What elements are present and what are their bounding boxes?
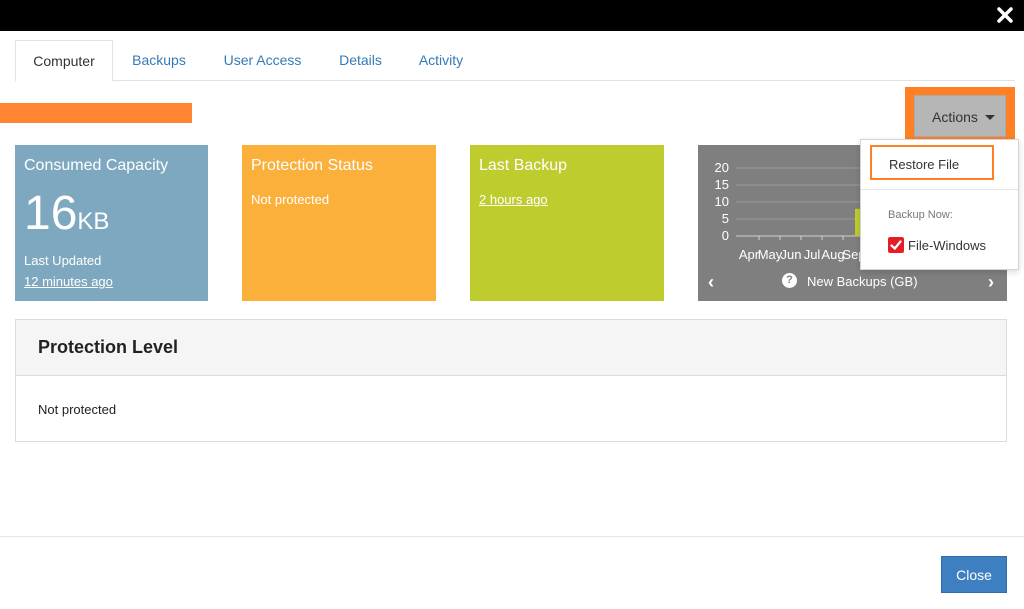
y-tick-label: 5	[722, 211, 729, 226]
capacity-unit: KB	[77, 208, 110, 235]
x-tick-label: Apr	[739, 247, 760, 262]
y-tick-label: 0	[722, 228, 729, 243]
chart-caption: New Backups (GB)	[807, 274, 918, 289]
last-updated-label: Last Updated	[24, 253, 102, 268]
tab-backups[interactable]: Backups	[123, 40, 195, 81]
y-tick-label: 15	[715, 177, 729, 192]
x-tick-label: Jun	[781, 247, 802, 262]
protection-level-panel: Protection Level Not protected	[15, 319, 1007, 442]
y-tick-label: 20	[715, 160, 729, 175]
last-backup-tile: Last Backup 2 hours ago	[470, 145, 664, 301]
protection-status-value: Not protected	[251, 192, 330, 207]
last-backup-link[interactable]: 2 hours ago	[479, 192, 548, 207]
chevron-right-icon[interactable]: ›	[988, 272, 994, 293]
actions-dropdown-menu: Restore File Backup Now: File-Windows	[860, 139, 1019, 270]
tab-computer[interactable]: Computer	[15, 40, 113, 82]
consumed-capacity-tile: Consumed Capacity 16KB Last Updated 12 m…	[15, 145, 208, 301]
backup-now-header: Backup Now:	[888, 209, 953, 221]
protection-level-value: Not protected	[38, 402, 117, 417]
tab-details[interactable]: Details	[333, 40, 388, 81]
modal-top-bar	[0, 0, 1024, 31]
chevron-left-icon[interactable]: ‹	[708, 272, 714, 293]
capacity-value: 16KB	[24, 187, 109, 249]
tile-title: Consumed Capacity	[24, 157, 169, 174]
protection-status-tile: Protection Status Not protected	[242, 145, 436, 301]
chart-footer: ‹ ? New Backups (GB) ›	[698, 269, 1007, 295]
tile-title: Last Backup	[479, 157, 568, 174]
close-button[interactable]: Close	[941, 556, 1007, 593]
x-tick-label: May	[758, 247, 783, 262]
restore-file-label: Restore File	[889, 157, 960, 172]
actions-label: Actions	[932, 109, 978, 125]
x-tick-label: Aug	[821, 247, 844, 262]
x-tick-label: Jul	[804, 247, 821, 262]
close-icon[interactable]	[995, 4, 1015, 26]
panel-title: Protection Level	[38, 337, 179, 357]
capacity-number: 16	[24, 187, 78, 240]
tab-user-access[interactable]: User Access	[215, 40, 310, 81]
last-updated-link[interactable]: 12 minutes ago	[24, 274, 113, 289]
restore-file-menu-item[interactable]: Restore File	[870, 145, 994, 180]
caret-down-icon	[985, 115, 995, 120]
help-icon[interactable]: ?	[782, 273, 797, 288]
checkbox-checked-icon[interactable]	[888, 237, 904, 253]
footer-divider	[0, 536, 1024, 537]
tab-activity[interactable]: Activity	[413, 40, 469, 81]
menu-divider	[861, 189, 1018, 190]
redaction-bar	[0, 103, 192, 123]
tab-bar: Computer Backups User Access Details Act…	[15, 40, 1015, 82]
tile-title: Protection Status	[251, 157, 373, 174]
actions-button[interactable]: Actions	[914, 95, 1006, 137]
backup-file-windows-item[interactable]: File-Windows	[888, 234, 1008, 254]
file-windows-label: File-Windows	[908, 238, 987, 253]
panel-header: Protection Level	[16, 320, 1006, 376]
y-tick-label: 10	[715, 194, 729, 209]
